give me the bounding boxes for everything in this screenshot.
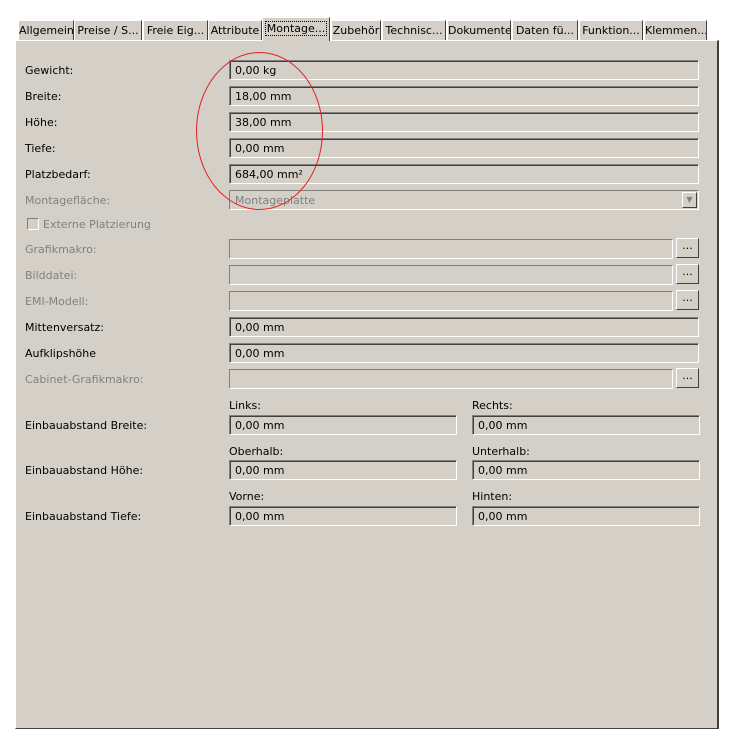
einbauabstand-vorne-field[interactable]: 0,00 mm	[229, 506, 457, 526]
einbauabstand-links-field[interactable]: 0,00 mm	[229, 415, 457, 435]
tab-allgemein[interactable]: Allgemein	[18, 20, 74, 40]
bilddatei-label: Bilddatei:	[25, 269, 78, 282]
einbauabstand-oberhalb-field[interactable]: 0,00 mm	[229, 460, 457, 480]
tab-daten-fuer[interactable]: Daten fü...	[512, 20, 578, 40]
mittenversatz-field[interactable]: 0,00 mm	[229, 317, 699, 337]
einbauabstand-hoehe-label: Einbauabstand Höhe:	[25, 464, 144, 477]
grafikmakro-field[interactable]	[229, 239, 673, 259]
tab-funktion[interactable]: Funktion...	[579, 20, 643, 40]
tab-freie-eigenschaften[interactable]: Freie Eig...	[143, 20, 208, 40]
rechts-label: Rechts:	[472, 399, 513, 412]
vorne-label: Vorne:	[229, 490, 265, 503]
tab-dokumente[interactable]: Dokumente	[447, 20, 511, 40]
links-label: Links:	[229, 399, 261, 412]
chevron-down-icon[interactable]: ▼	[682, 192, 697, 208]
einbauabstand-tiefe-label: Einbauabstand Tiefe:	[25, 510, 142, 523]
einbauabstand-unterhalb-field[interactable]: 0,00 mm	[472, 460, 700, 480]
gewicht-label: Gewicht:	[25, 64, 74, 77]
platzbedarf-field[interactable]: 684,00 mm²	[229, 164, 699, 184]
unterhalb-label: Unterhalb:	[472, 445, 530, 458]
externe-platzierung-checkbox[interactable]	[27, 218, 39, 230]
externe-platzierung-label: Externe Platzierung	[43, 218, 151, 231]
aufklipshoehe-field[interactable]: 0,00 mm	[229, 343, 699, 363]
cabinet-grafikmakro-browse-button[interactable]: ...	[676, 368, 699, 388]
emi-modell-browse-button[interactable]: ...	[676, 290, 699, 310]
bilddatei-field[interactable]	[229, 265, 673, 285]
tab-klemmen[interactable]: Klemmen...	[644, 20, 707, 40]
tab-preise[interactable]: Preise / S...	[74, 20, 142, 40]
einbauabstand-breite-label: Einbauabstand Breite:	[25, 419, 148, 432]
aufklipshoehe-label: Aufklipshöhe	[25, 347, 97, 360]
emi-modell-field[interactable]	[229, 291, 673, 311]
grafikmakro-label: Grafikmakro:	[25, 243, 97, 256]
platzbedarf-label: Platzbedarf:	[25, 168, 91, 181]
hoehe-label: Höhe:	[25, 116, 58, 129]
tab-zubehoer[interactable]: Zubehör	[331, 20, 381, 40]
gewicht-field[interactable]: 0,00 kg	[229, 60, 699, 80]
einbauabstand-rechts-field[interactable]: 0,00 mm	[472, 415, 700, 435]
cabinet-grafikmakro-field[interactable]	[229, 369, 673, 389]
einbauabstand-hinten-field[interactable]: 0,00 mm	[472, 506, 700, 526]
cabinet-grafikmakro-label: Cabinet-Grafikmakro:	[25, 373, 144, 386]
hinten-label: Hinten:	[472, 490, 513, 503]
breite-field[interactable]: 18,00 mm	[229, 86, 699, 106]
tiefe-field[interactable]: 0,00 mm	[229, 138, 699, 158]
tab-montage[interactable]: Montage...	[262, 17, 330, 41]
bilddatei-browse-button[interactable]: ...	[676, 264, 699, 284]
hoehe-field[interactable]: 38,00 mm	[229, 112, 699, 132]
mittenversatz-label: Mittenversatz:	[25, 321, 104, 334]
montageflaeche-select[interactable]: Montageplatte ▼	[229, 190, 699, 210]
montageflaeche-label: Montagefläche:	[25, 194, 111, 207]
grafikmakro-browse-button[interactable]: ...	[676, 238, 699, 258]
tab-technische-daten[interactable]: Technisc...	[382, 20, 446, 40]
tab-attribute[interactable]: Attribute	[208, 20, 262, 40]
oberhalb-label: Oberhalb:	[229, 445, 284, 458]
breite-label: Breite:	[25, 90, 62, 103]
tiefe-label: Tiefe:	[25, 142, 56, 155]
emi-modell-label: EMI-Modell:	[25, 295, 89, 308]
